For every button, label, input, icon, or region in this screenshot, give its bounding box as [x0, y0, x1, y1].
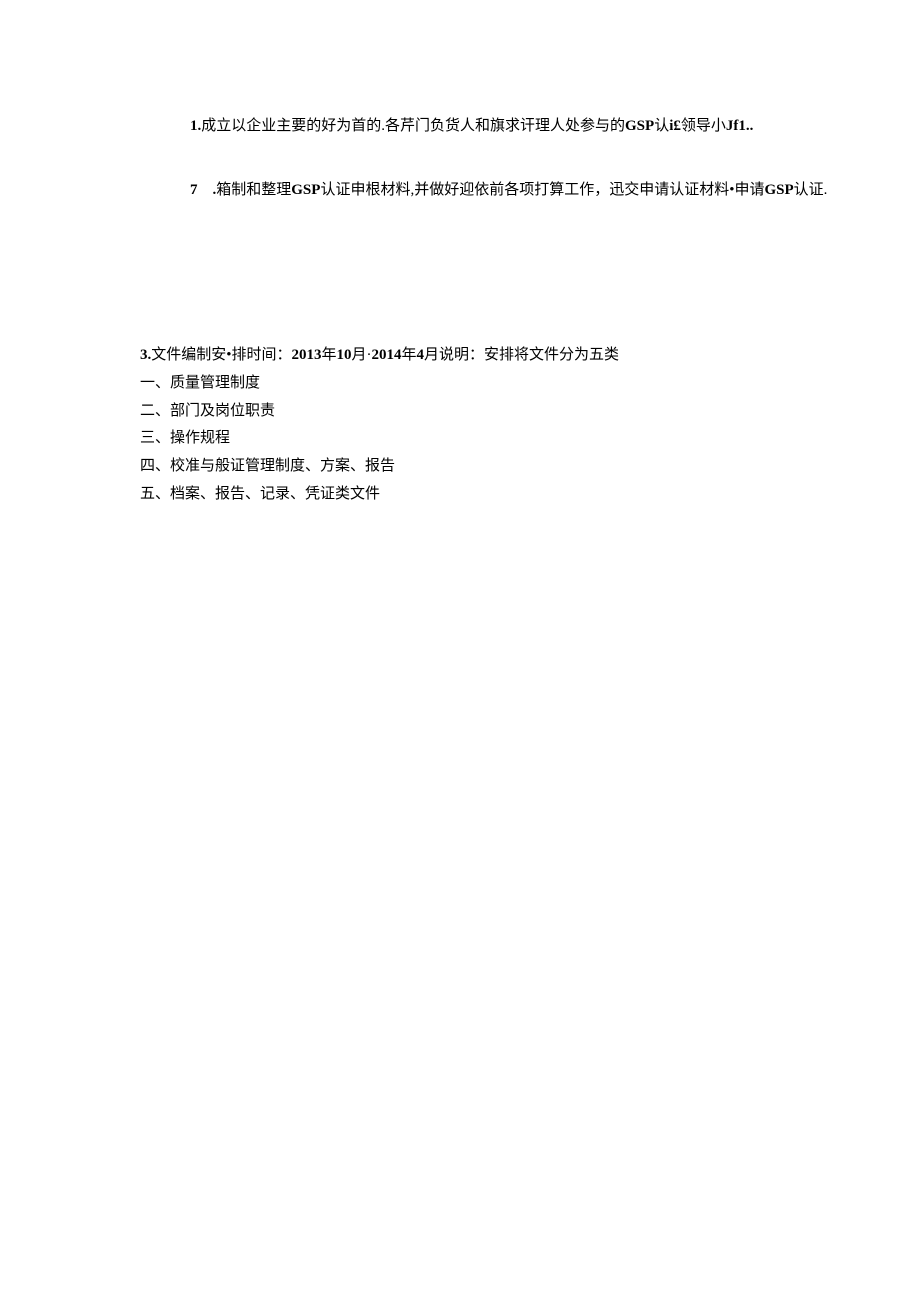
section-line-6: 五、档案、报告、记录、凭证类文件 — [140, 481, 880, 509]
document-content: 1.成立以企业主要的好为首的.各芹门负货人和旗求讦理人处参与的GSP认i£领导小… — [0, 0, 920, 509]
bold-year: 2013 — [292, 347, 322, 363]
list-item-1: 1.成立以企业主要的好为首的.各芹门负货人和旗求讦理人处参与的GSP认i£领导小… — [190, 114, 880, 138]
section-line-5: 四、校准与般证管理制度、方案、报告 — [140, 453, 880, 481]
text-content: 年 — [322, 347, 337, 363]
text-content: 认 — [654, 118, 669, 134]
text-content: 箱制和整理 — [216, 182, 291, 198]
bold-text: GSP — [764, 182, 793, 198]
section-line-4: 三、操作规程 — [140, 425, 880, 453]
text-content: 年 — [402, 347, 417, 363]
item-number: 1. — [190, 118, 201, 134]
text-content: 成立以企业主要的好为首的.各芹门负货人和旗求讦理人处参与的 — [201, 118, 625, 134]
text-content: 文件编制安•排时间： — [151, 347, 291, 363]
section-line-2: 一、质量管理制度 — [140, 370, 880, 398]
text-content: 认证申根材料,并做好迎依前各项打算工作，迅交申请认证材料•申请 — [320, 182, 764, 198]
bold-month: 10 — [337, 347, 352, 363]
spacer — [198, 182, 213, 198]
bold-text: Jf1.. — [726, 118, 754, 134]
section-3: 3.文件编制安•排时间：2013年10月·2014年4月说明：安排将文件分为五类… — [140, 342, 880, 509]
section-line-3: 二、部门及岗位职责 — [140, 398, 880, 426]
bold-text: GSP — [291, 182, 320, 198]
text-content: 月· — [352, 347, 372, 363]
section-line-1: 3.文件编制安•排时间：2013年10月·2014年4月说明：安排将文件分为五类 — [140, 342, 880, 370]
bold-text: GSP — [625, 118, 654, 134]
text-content: 认证. — [794, 182, 828, 198]
bold-month: 4 — [417, 347, 425, 363]
bold-year: 2014 — [372, 347, 402, 363]
bold-text: i£ — [669, 118, 681, 134]
item-number: 7 — [190, 182, 198, 198]
item-number: 3. — [140, 347, 151, 363]
text-content: 月说明：安排将文件分为五类 — [424, 347, 619, 363]
text-content: 领导小 — [681, 118, 726, 134]
list-item-7: 7 .箱制和整理GSP认证申根材料,并做好迎依前各项打算工作，迅交申请认证材料•… — [190, 178, 880, 202]
